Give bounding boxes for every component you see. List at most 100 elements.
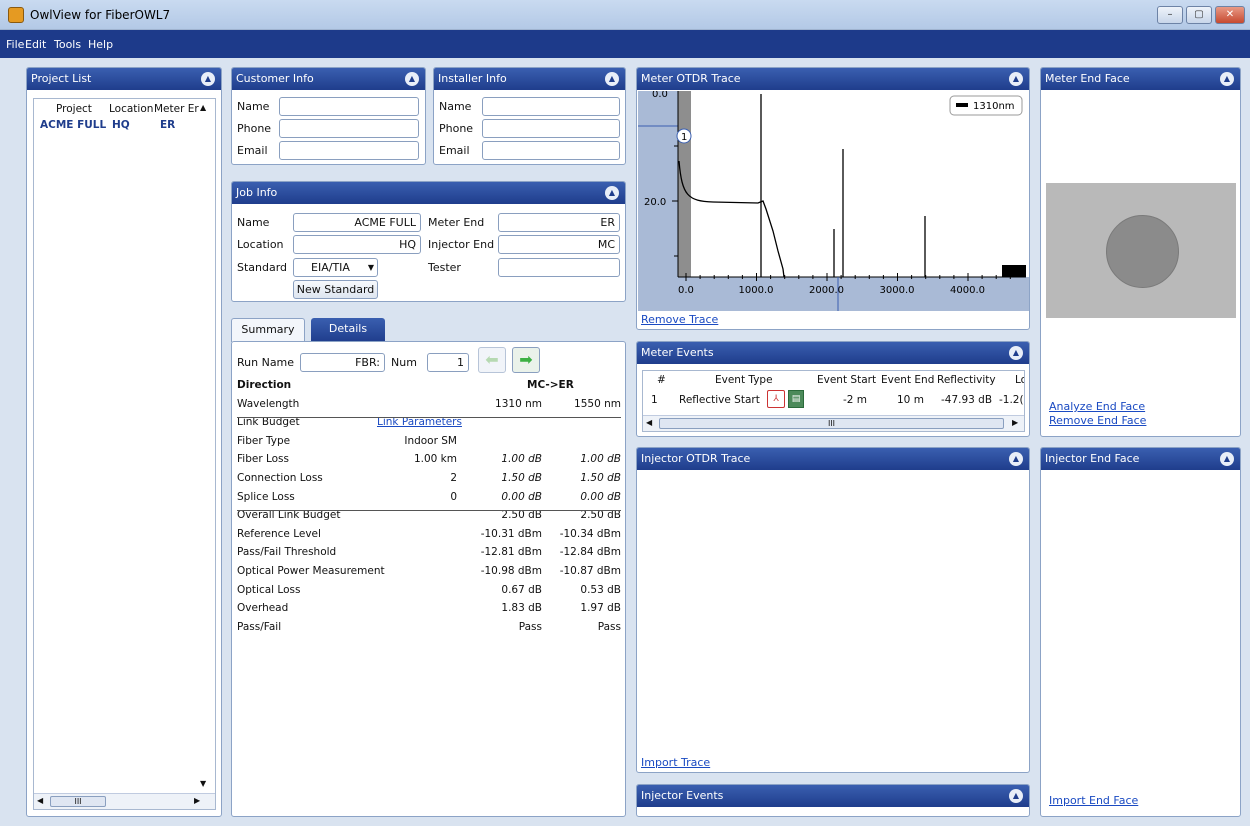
panel-title: Injector End Face <box>1045 452 1140 465</box>
customer-email-input[interactable] <box>279 141 419 160</box>
collapse-icon[interactable]: ▲ <box>1009 72 1023 86</box>
customer-name-input[interactable] <box>279 97 419 116</box>
panel-header: Injector End Face ▲ <box>1041 448 1240 470</box>
collapse-icon[interactable]: ▲ <box>405 72 419 86</box>
remove-end-face-link[interactable]: Remove End Face <box>1049 414 1146 427</box>
event-start[interactable]: -2 m <box>843 394 867 406</box>
horizontal-scrollbar[interactable]: ◀ III ▶ <box>34 793 215 809</box>
event-num[interactable]: 1 <box>651 394 658 406</box>
project-list-panel: Project List ▲ Project Location Meter Er … <box>26 67 222 817</box>
collapse-icon[interactable]: ▲ <box>1009 346 1023 360</box>
row-project[interactable]: ACME FULL <box>40 119 106 131</box>
column-header-num[interactable]: # <box>657 374 666 386</box>
phone-label: Phone <box>237 122 272 135</box>
detail-row-label: Pass/Fail Threshold <box>237 546 337 559</box>
run-name-input[interactable]: FBR: <box>300 353 385 372</box>
panel-title: Injector Events <box>641 789 724 802</box>
minimize-button[interactable]: – <box>1157 6 1183 24</box>
collapse-icon[interactable]: ▲ <box>605 72 619 86</box>
event-type[interactable]: Reflective Start <box>679 394 760 406</box>
detail-value-1550: 0.00 dB <box>580 490 621 503</box>
end-noise-block <box>1002 265 1026 277</box>
next-arrow-icon[interactable]: ➡ <box>512 347 540 373</box>
analyze-end-face-link[interactable]: Analyze End Face <box>1049 400 1145 413</box>
separator-line <box>237 510 621 512</box>
title-bar: OwlView for FiberOWL7 – ▢ ✕ <box>0 0 1250 30</box>
panel-header: Job Info ▲ <box>232 182 625 204</box>
collapse-icon[interactable]: ▲ <box>1220 452 1234 466</box>
phone-label: Phone <box>439 122 474 135</box>
num-input[interactable]: 1 <box>427 353 469 372</box>
panel-header: Injector OTDR Trace ▲ <box>637 448 1029 470</box>
menu-file[interactable]: File <box>6 38 24 51</box>
scroll-left-icon[interactable]: ◀ <box>646 418 652 427</box>
scroll-thumb[interactable]: III <box>659 418 1004 429</box>
collapse-icon[interactable]: ▲ <box>605 186 619 200</box>
menu-bar: File Edit Tools Help <box>0 30 1250 58</box>
tab-details[interactable]: Details <box>311 318 385 342</box>
standard-select[interactable]: EIA/TIA 568C.3▼ <box>293 258 378 291</box>
spreadsheet-icon[interactable]: ▤ <box>788 390 804 408</box>
maximize-button[interactable]: ▢ <box>1186 6 1212 24</box>
injector-otdr-panel: Injector OTDR Trace ▲ Import Trace <box>636 447 1030 773</box>
previous-arrow-icon[interactable]: ⬅ <box>478 347 506 373</box>
panel-header: Meter End Face ▲ <box>1041 68 1240 90</box>
column-header-reflectivity[interactable]: Reflectivity <box>937 374 996 386</box>
collapse-icon[interactable]: ▲ <box>1009 452 1023 466</box>
job-name-input[interactable]: ACME FULL <box>293 213 421 232</box>
scroll-left-icon[interactable]: ◀ <box>37 796 43 805</box>
collapse-icon[interactable]: ▲ <box>201 72 215 86</box>
otdr-trace-chart[interactable]: 0.0 20.0 1 1310nm 0.0 1000.0 2000.0 3000.0 4… <box>638 91 1030 311</box>
column-header-location[interactable]: Location <box>109 103 153 115</box>
installer-name-input[interactable] <box>482 97 620 116</box>
column-header-meter-end[interactable]: Meter Er <box>154 103 199 115</box>
end-face-image <box>1046 183 1236 318</box>
tab-summary[interactable]: Summary <box>231 318 305 342</box>
injector-end-label: Injector End <box>428 238 495 251</box>
num-label: Num <box>391 356 417 369</box>
job-location-input[interactable]: HQ <box>293 235 421 254</box>
row-location[interactable]: HQ <box>112 119 130 131</box>
owl-app-icon <box>8 7 24 23</box>
menu-tools[interactable]: Tools <box>54 38 81 51</box>
panel-title: Customer Info <box>236 72 314 85</box>
chevron-down-icon: ▼ <box>367 263 374 272</box>
remove-trace-link[interactable]: Remove Trace <box>641 313 718 326</box>
scroll-right-icon[interactable]: ▶ <box>1012 418 1018 427</box>
row-meter-end[interactable]: ER <box>160 119 175 131</box>
customer-phone-input[interactable] <box>279 119 419 138</box>
import-trace-link[interactable]: Import Trace <box>641 756 710 769</box>
scroll-right-icon[interactable]: ▶ <box>194 796 200 805</box>
scroll-up-icon[interactable]: ▲ <box>200 103 206 112</box>
new-standard-button[interactable]: New Standard <box>293 280 378 299</box>
detail-row-label: Fiber Type <box>237 434 291 447</box>
column-header-event-end[interactable]: Event End <box>881 374 934 386</box>
detail-row-label: Overhead <box>237 602 289 615</box>
event-reflectivity[interactable]: -47.93 dB <box>941 394 992 406</box>
menu-help[interactable]: Help <box>88 38 113 51</box>
collapse-icon[interactable]: ▲ <box>1009 789 1023 803</box>
column-header-loss[interactable]: Lo <box>1015 374 1024 386</box>
close-button[interactable]: ✕ <box>1215 6 1245 24</box>
menu-edit[interactable]: Edit <box>25 38 46 51</box>
customer-info-panel: Customer Info ▲ Name Phone Email <box>231 67 426 165</box>
column-header-event-start[interactable]: Event Start <box>817 374 876 386</box>
pdf-icon[interactable]: ⅄ <box>767 390 785 408</box>
panel-title: Job Info <box>236 186 278 199</box>
column-header-event-type[interactable]: Event Type <box>715 374 773 386</box>
horizontal-scrollbar[interactable]: ◀ III ▶ <box>643 415 1024 431</box>
collapse-icon[interactable]: ▲ <box>1220 72 1234 86</box>
import-end-face-link[interactable]: Import End Face <box>1049 794 1138 807</box>
scroll-down-icon[interactable]: ▼ <box>200 779 206 788</box>
event-end[interactable]: 10 m <box>897 394 924 406</box>
scroll-thumb[interactable]: III <box>50 796 106 807</box>
installer-email-input[interactable] <box>482 141 620 160</box>
event-loss[interactable]: -1.2( <box>999 394 1024 406</box>
direction-value: MC->ER <box>527 379 574 391</box>
installer-phone-input[interactable] <box>482 119 620 138</box>
y-tick-label-1: 20.0 <box>644 197 666 208</box>
meter-end-input[interactable]: ER <box>498 213 620 232</box>
injector-end-input[interactable]: MC <box>498 235 620 254</box>
tester-input[interactable] <box>498 258 620 277</box>
column-header-project[interactable]: Project <box>56 103 92 115</box>
